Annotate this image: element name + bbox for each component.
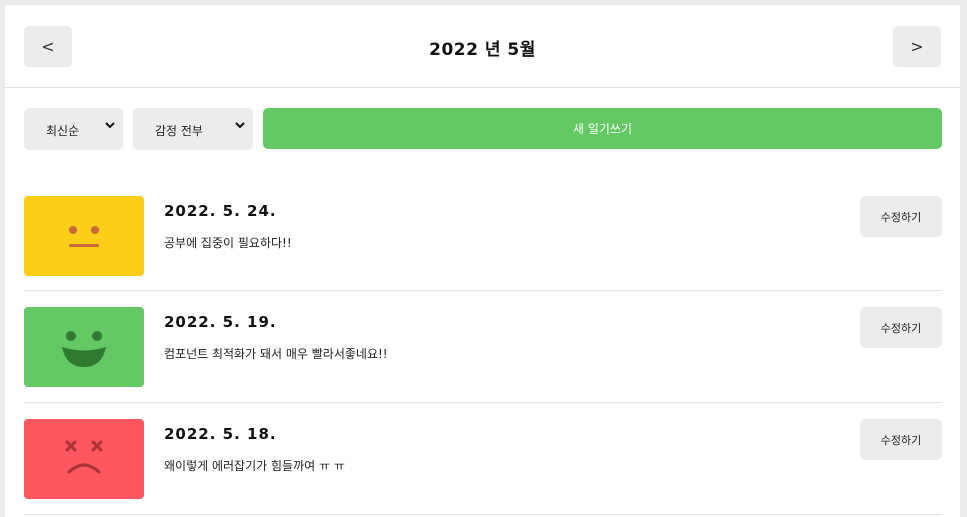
diary-date: 2022. 5. 19. — [164, 313, 277, 331]
emotion-filter-select[interactable]: 감정 전부 — [133, 108, 253, 150]
chevron-down-icon — [105, 120, 115, 133]
neutral-face-icon — [69, 226, 99, 247]
diary-item: 2022. 5. 24. 공부에 집중이 필요하다!! 수정하기 — [24, 185, 942, 291]
diary-item: 2022. 5. 18. 왜이렇게 에러잡기가 힘들까여 ㅠ ㅠ 수정하기 — [24, 403, 942, 515]
next-month-button[interactable]: > — [893, 26, 941, 67]
diary-info[interactable]: 2022. 5. 24. 공부에 집중이 필요하다!! — [164, 202, 292, 251]
sort-order-select[interactable]: 최신순 — [24, 108, 123, 150]
diary-content: 왜이렇게 에러잡기가 힘들까여 ㅠ ㅠ — [164, 459, 345, 473]
emotion-badge[interactable] — [24, 196, 144, 276]
edit-button[interactable]: 수정하기 — [860, 196, 942, 237]
diary-date: 2022. 5. 24. — [164, 202, 277, 220]
sad-face-icon — [65, 440, 103, 474]
diary-item: 2022. 5. 19. 컴포넌트 최적화가 돼서 매우 빨라서좋네요!! 수정… — [24, 291, 942, 403]
diary-content: 공부에 집중이 필요하다!! — [164, 236, 292, 250]
happy-face-icon — [62, 331, 106, 367]
edit-button[interactable]: 수정하기 — [860, 419, 942, 460]
emotion-filter-value: 감정 전부 — [155, 124, 203, 138]
edit-button[interactable]: 수정하기 — [860, 307, 942, 348]
sort-order-value: 최신순 — [46, 124, 80, 138]
header: < 2022 년 5월 > — [5, 5, 960, 88]
emotion-badge[interactable] — [24, 307, 144, 387]
diary-list: 2022. 5. 24. 공부에 집중이 필요하다!! 수정하기 2022. 5… — [5, 185, 960, 515]
controls-bar: 최신순 감정 전부 새 일기쓰기 — [5, 108, 960, 150]
diary-info[interactable]: 2022. 5. 18. 왜이렇게 에러잡기가 힘들까여 ㅠ ㅠ — [164, 425, 345, 474]
diary-content: 컴포넌트 최적화가 돼서 매우 빨라서좋네요!! — [164, 347, 388, 361]
diary-app: < 2022 년 5월 > 최신순 감정 전부 새 일기쓰기 2022. 5. … — [5, 5, 960, 517]
month-title: 2022 년 5월 — [429, 40, 536, 60]
new-diary-button[interactable]: 새 일기쓰기 — [263, 108, 942, 149]
diary-date: 2022. 5. 18. — [164, 425, 277, 443]
emotion-badge[interactable] — [24, 419, 144, 499]
diary-info[interactable]: 2022. 5. 19. 컴포넌트 최적화가 돼서 매우 빨라서좋네요!! — [164, 313, 388, 362]
chevron-right-icon: > — [910, 37, 924, 56]
chevron-down-icon — [235, 120, 245, 133]
